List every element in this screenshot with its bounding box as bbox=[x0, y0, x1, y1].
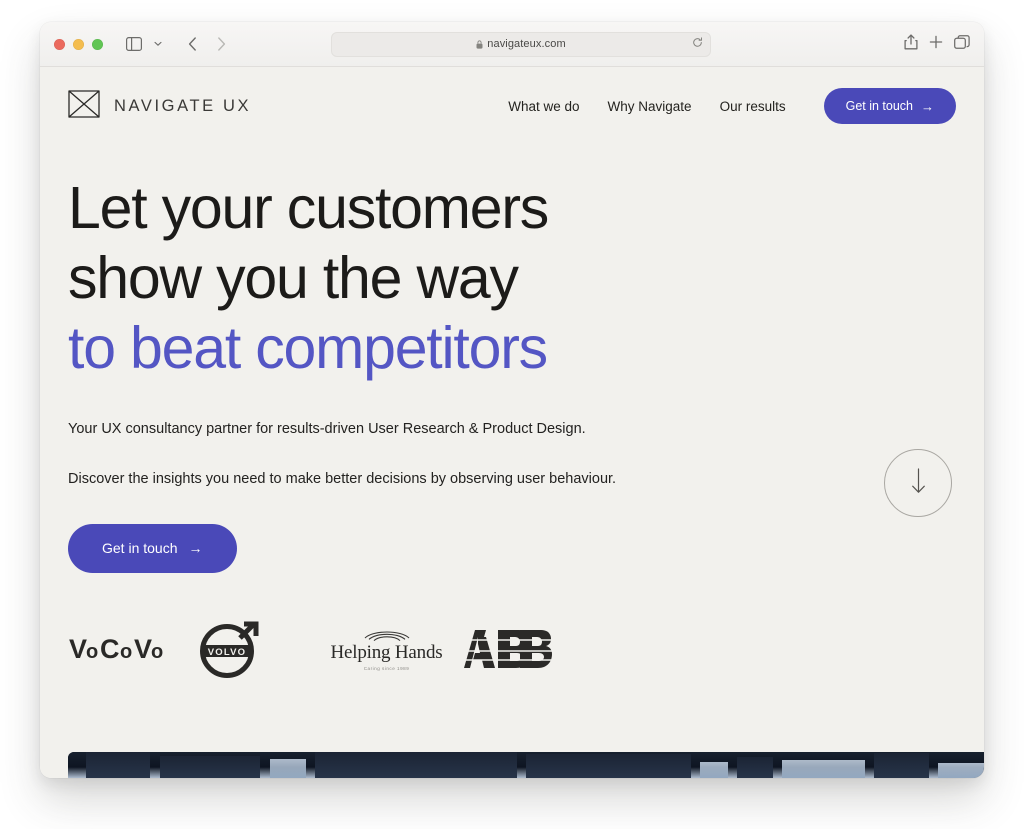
headline-line-1: Let your customers bbox=[68, 175, 549, 241]
maximize-window-button[interactable] bbox=[92, 38, 103, 50]
hero-cta-label: Get in touch bbox=[102, 540, 178, 557]
site-header: NAVIGATE UX What we do Why Navigate Our … bbox=[40, 67, 984, 145]
address-bar[interactable]: navigateux.com bbox=[331, 31, 711, 57]
photo-building bbox=[86, 752, 151, 778]
nav-item-our-results[interactable]: Our results bbox=[720, 99, 786, 114]
svg-text:VOLVO: VOLVO bbox=[208, 647, 247, 658]
client-logo-helping-hands: Helping Hands Caring since 1989 bbox=[319, 627, 454, 671]
header-get-in-touch-button[interactable]: Get in touch → bbox=[823, 88, 956, 124]
svg-text:V: V bbox=[134, 634, 152, 664]
nav-item-why-navigate[interactable]: Why Navigate bbox=[608, 99, 692, 114]
site-nav: What we do Why Navigate Our results Get … bbox=[508, 88, 956, 124]
address-content: navigateux.com bbox=[476, 38, 566, 50]
arrow-down-icon bbox=[911, 467, 926, 499]
arrow-right-icon: → bbox=[188, 540, 203, 557]
hero-paragraph-2: Discover the insights you need to make b… bbox=[68, 471, 617, 488]
svg-text:o: o bbox=[151, 641, 163, 663]
client-logo-vocovo: V o C o V o bbox=[69, 632, 199, 666]
desktop-backdrop: navigateux.com NAVIGATE UX What we do Wh… bbox=[0, 0, 1024, 829]
hero-photo-strip bbox=[68, 752, 984, 778]
chevron-right-icon[interactable] bbox=[208, 32, 234, 56]
hero-get-in-touch-button[interactable]: Get in touch → bbox=[68, 523, 237, 573]
page-title: Let your customers show you the way to b… bbox=[68, 173, 956, 384]
share-icon[interactable] bbox=[904, 33, 918, 55]
lock-icon bbox=[476, 39, 483, 49]
photo-building bbox=[315, 752, 517, 778]
url-text: navigateux.com bbox=[487, 38, 566, 50]
browser-titlebar: navigateux.com bbox=[40, 22, 984, 67]
window-controls[interactable] bbox=[54, 38, 103, 50]
scroll-down-button[interactable] bbox=[884, 449, 952, 517]
browser-window: navigateux.com NAVIGATE UX What we do Wh… bbox=[40, 22, 984, 778]
photo-building bbox=[159, 755, 261, 778]
browser-nav-tools bbox=[121, 32, 234, 56]
photo-glass bbox=[782, 760, 865, 778]
client-logo-abb bbox=[454, 626, 574, 672]
reload-icon[interactable] bbox=[692, 36, 703, 48]
page-viewport: NAVIGATE UX What we do Why Navigate Our … bbox=[40, 67, 984, 778]
nav-item-what-we-do[interactable]: What we do bbox=[508, 99, 579, 114]
header-cta-label: Get in touch bbox=[845, 99, 913, 113]
helping-hands-wordmark: Helping Hands bbox=[330, 641, 443, 663]
close-window-button[interactable] bbox=[54, 38, 65, 50]
brand[interactable]: NAVIGATE UX bbox=[68, 89, 252, 123]
svg-text:C: C bbox=[100, 634, 120, 664]
hero-section: Let your customers show you the way to b… bbox=[40, 145, 984, 679]
client-logo-volvo: VOLVO bbox=[199, 619, 319, 679]
minimize-window-button[interactable] bbox=[73, 38, 84, 50]
chevron-down-icon[interactable] bbox=[150, 32, 166, 56]
arrow-right-icon: → bbox=[921, 98, 934, 114]
svg-text:V: V bbox=[69, 634, 87, 664]
tab-overview-icon[interactable] bbox=[954, 34, 970, 54]
browser-right-tools bbox=[904, 33, 970, 55]
svg-text:o: o bbox=[86, 641, 98, 663]
photo-glass bbox=[938, 762, 984, 778]
photo-building bbox=[874, 753, 930, 778]
helping-hands-tagline: Caring since 1989 bbox=[363, 665, 410, 671]
client-logos: V o C o V o VOLVO Helping Hands Caring s… bbox=[68, 619, 956, 679]
hero-paragraph-1: Your UX consultancy partner for results-… bbox=[68, 420, 586, 437]
brand-name: NAVIGATE UX bbox=[114, 96, 252, 115]
headline-line-2: show you the way bbox=[68, 245, 519, 312]
svg-text:o: o bbox=[120, 641, 132, 663]
headline-line-3: to beat competitors bbox=[68, 315, 548, 382]
plus-icon[interactable] bbox=[929, 35, 943, 54]
photo-building bbox=[526, 754, 691, 778]
bowtie-logo-icon bbox=[68, 89, 100, 123]
photo-building bbox=[736, 757, 774, 778]
photo-glass bbox=[269, 759, 307, 778]
chevron-left-icon[interactable] bbox=[179, 32, 205, 56]
photo-glass bbox=[700, 762, 728, 778]
sidebar-icon[interactable] bbox=[121, 32, 147, 56]
